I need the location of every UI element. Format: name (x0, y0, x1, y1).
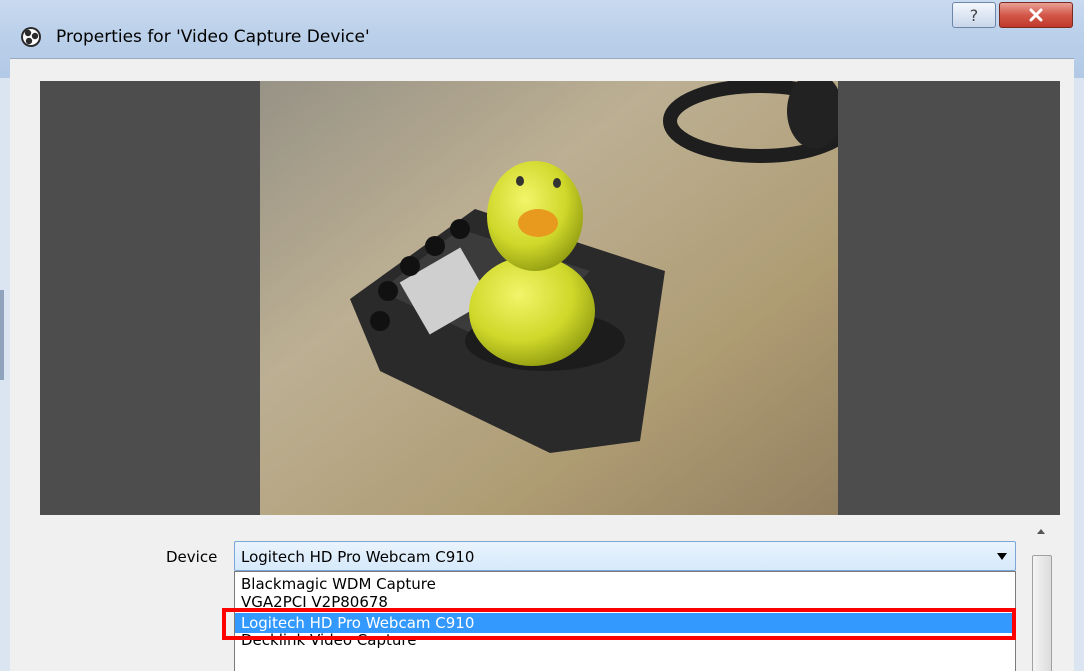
help-icon: ? (969, 5, 979, 25)
properties-scrollbar[interactable] (1028, 521, 1056, 671)
obs-logo-icon (21, 27, 41, 47)
selection-highlight-outline (222, 608, 1016, 640)
device-label: Device (166, 548, 218, 566)
device-option-vga2pci[interactable]: VGA2PCI V2P80678 (235, 592, 1015, 608)
device-select-value: Logitech HD Pro Webcam C910 (241, 548, 475, 566)
scroll-up-icon[interactable] (1037, 529, 1045, 534)
properties-window: Properties for 'Video Capture Device' ? (0, 0, 1084, 671)
window-title: Properties for 'Video Capture Device' (56, 27, 370, 47)
webcam-preview-image (260, 81, 838, 515)
device-option-blackmagic[interactable]: Blackmagic WDM Capture (235, 574, 1015, 594)
close-button[interactable] (999, 2, 1073, 28)
video-preview (40, 81, 1060, 515)
window-frame-edge (0, 290, 4, 380)
close-icon (1029, 8, 1043, 22)
device-select[interactable]: Logitech HD Pro Webcam C910 (234, 541, 1016, 571)
chevron-down-icon[interactable] (997, 553, 1007, 560)
scrollbar-thumb[interactable] (1032, 555, 1052, 671)
help-button[interactable]: ? (952, 2, 996, 28)
dialog-client-area: Device Logitech HD Pro Webcam C910 Black… (10, 58, 1074, 671)
